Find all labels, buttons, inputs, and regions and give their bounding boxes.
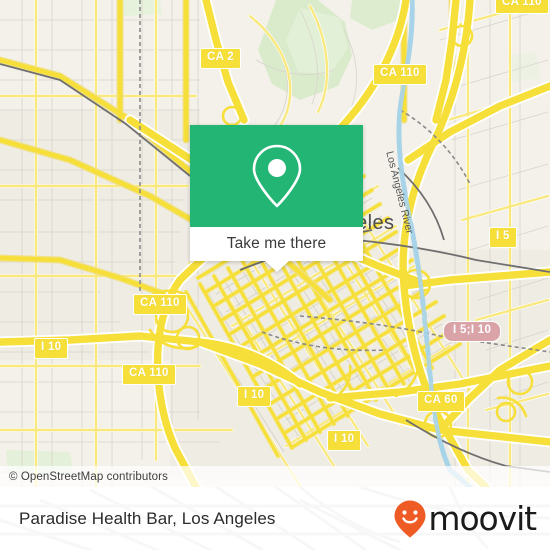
highway-shield: I 10 [237,386,272,407]
take-me-there-label: Take me there [226,235,327,252]
moovit-wordmark: moovit [428,499,537,538]
map-screenshot: Los Angeles Los Angeles River CA 2CA 110… [0,0,550,550]
moovit-logo[interactable]: moovit [393,499,550,539]
highway-shield: CA 60 [417,391,465,412]
highway-shield: I 5 [489,227,517,248]
map-attribution: © OpenStreetMap contributors [0,466,550,487]
highway-shield: I 5;I 10 [443,321,502,342]
callout-tail [264,261,289,272]
location-callout[interactable]: Take me there [190,125,363,272]
callout-icon-panel [190,125,363,227]
map-pin-icon [252,144,301,208]
highway-shield: CA 110 [133,294,187,315]
attribution-text: © OpenStreetMap contributors [9,470,168,483]
highway-shield: CA 110 [495,0,549,14]
page-title: Paradise Health Bar, Los Angeles [19,508,276,528]
moovit-smiley-pin-icon [394,500,426,537]
highway-shield: CA 110 [373,64,427,85]
take-me-there-button[interactable]: Take me there [190,227,363,272]
highway-shield: I 10 [34,338,69,359]
highway-shield: CA 2 [200,48,241,69]
highway-shield: I 10 [327,430,362,451]
footer-bar: Paradise Health Bar, Los Angeles moovit [0,487,550,550]
highway-shield: CA 110 [122,364,176,385]
